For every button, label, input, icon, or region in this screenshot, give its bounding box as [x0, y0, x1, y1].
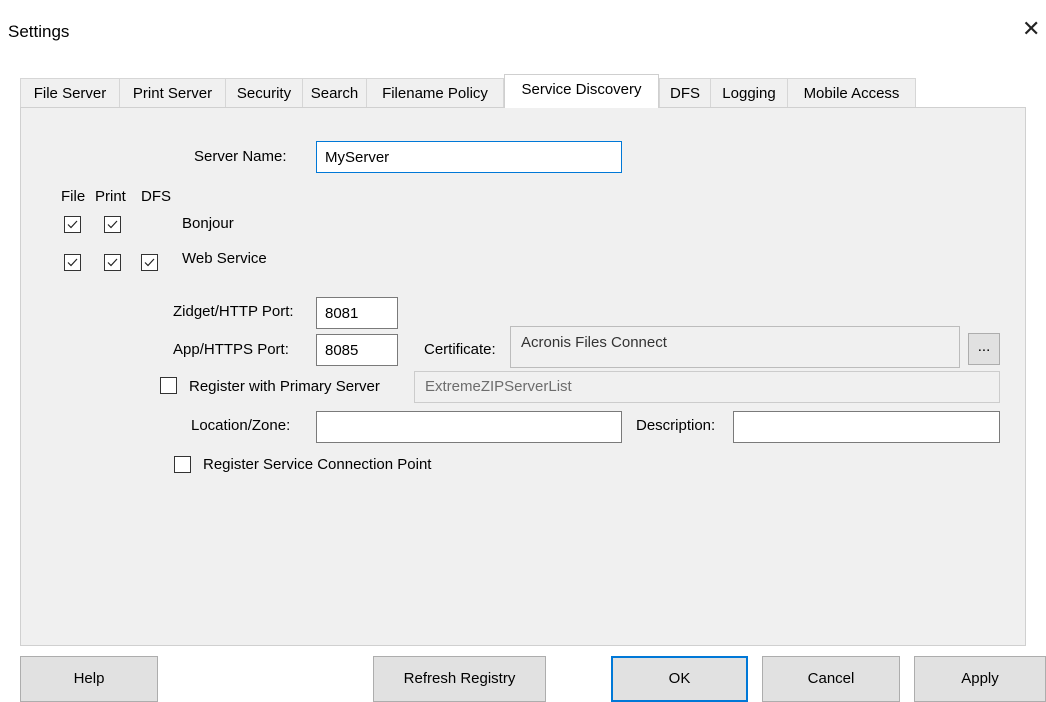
- tab-file-server[interactable]: File Server: [20, 78, 120, 107]
- tab-service-discovery[interactable]: Service Discovery: [504, 74, 659, 108]
- tab-mobile-access[interactable]: Mobile Access: [787, 78, 916, 107]
- app-port-label: App/HTTPS Port:: [173, 341, 289, 358]
- app-port-input[interactable]: [316, 334, 398, 366]
- description-input[interactable]: [733, 411, 1000, 443]
- ok-button[interactable]: OK: [611, 656, 748, 702]
- col-header-dfs: DFS: [141, 188, 171, 205]
- check-icon: [67, 220, 78, 229]
- refresh-registry-button[interactable]: Refresh Registry: [373, 656, 546, 702]
- web-service-file-checkbox[interactable]: [64, 254, 81, 271]
- web-service-dfs-checkbox[interactable]: [141, 254, 158, 271]
- title-bar: Settings ✕: [0, 0, 1046, 64]
- server-name-label: Server Name:: [194, 148, 287, 165]
- location-zone-input[interactable]: [316, 411, 622, 443]
- col-header-print: Print: [95, 188, 126, 205]
- scp-checkbox[interactable]: [174, 456, 191, 473]
- scp-label: Register Service Connection Point: [203, 456, 432, 473]
- tab-filename-policy[interactable]: Filename Policy: [366, 78, 504, 107]
- register-primary-checkbox[interactable]: [160, 377, 177, 394]
- location-zone-label: Location/Zone:: [191, 417, 291, 434]
- tab-print-server[interactable]: Print Server: [119, 78, 226, 107]
- window-title: Settings: [8, 22, 70, 41]
- primary-server-field[interactable]: ExtremeZIPServerList: [414, 371, 1000, 403]
- certificate-browse-button[interactable]: ...: [968, 333, 1000, 365]
- web-service-print-checkbox[interactable]: [104, 254, 121, 271]
- certificate-label: Certificate:: [424, 341, 496, 358]
- server-name-input[interactable]: [316, 141, 622, 173]
- bonjour-label: Bonjour: [182, 215, 234, 232]
- apply-button[interactable]: Apply: [914, 656, 1046, 702]
- tab-dfs[interactable]: DFS: [659, 78, 711, 107]
- register-primary-label: Register with Primary Server: [189, 378, 380, 395]
- tab-security[interactable]: Security: [225, 78, 303, 107]
- help-button[interactable]: Help: [20, 656, 158, 702]
- zidget-port-label: Zidget/HTTP Port:: [173, 303, 294, 320]
- bonjour-print-checkbox[interactable]: [104, 216, 121, 233]
- cancel-button[interactable]: Cancel: [762, 656, 900, 702]
- tab-search[interactable]: Search: [302, 78, 367, 107]
- close-icon[interactable]: ✕: [1022, 18, 1040, 40]
- zidget-port-input[interactable]: [316, 297, 398, 329]
- tab-logging[interactable]: Logging: [710, 78, 788, 107]
- check-icon: [107, 258, 118, 267]
- col-header-file: File: [61, 188, 86, 205]
- web-service-label: Web Service: [182, 250, 267, 267]
- bonjour-file-checkbox[interactable]: [64, 216, 81, 233]
- check-icon: [144, 258, 155, 267]
- certificate-field[interactable]: Acronis Files Connect: [510, 326, 960, 368]
- check-icon: [107, 220, 118, 229]
- check-icon: [67, 258, 78, 267]
- description-label: Description:: [636, 417, 716, 434]
